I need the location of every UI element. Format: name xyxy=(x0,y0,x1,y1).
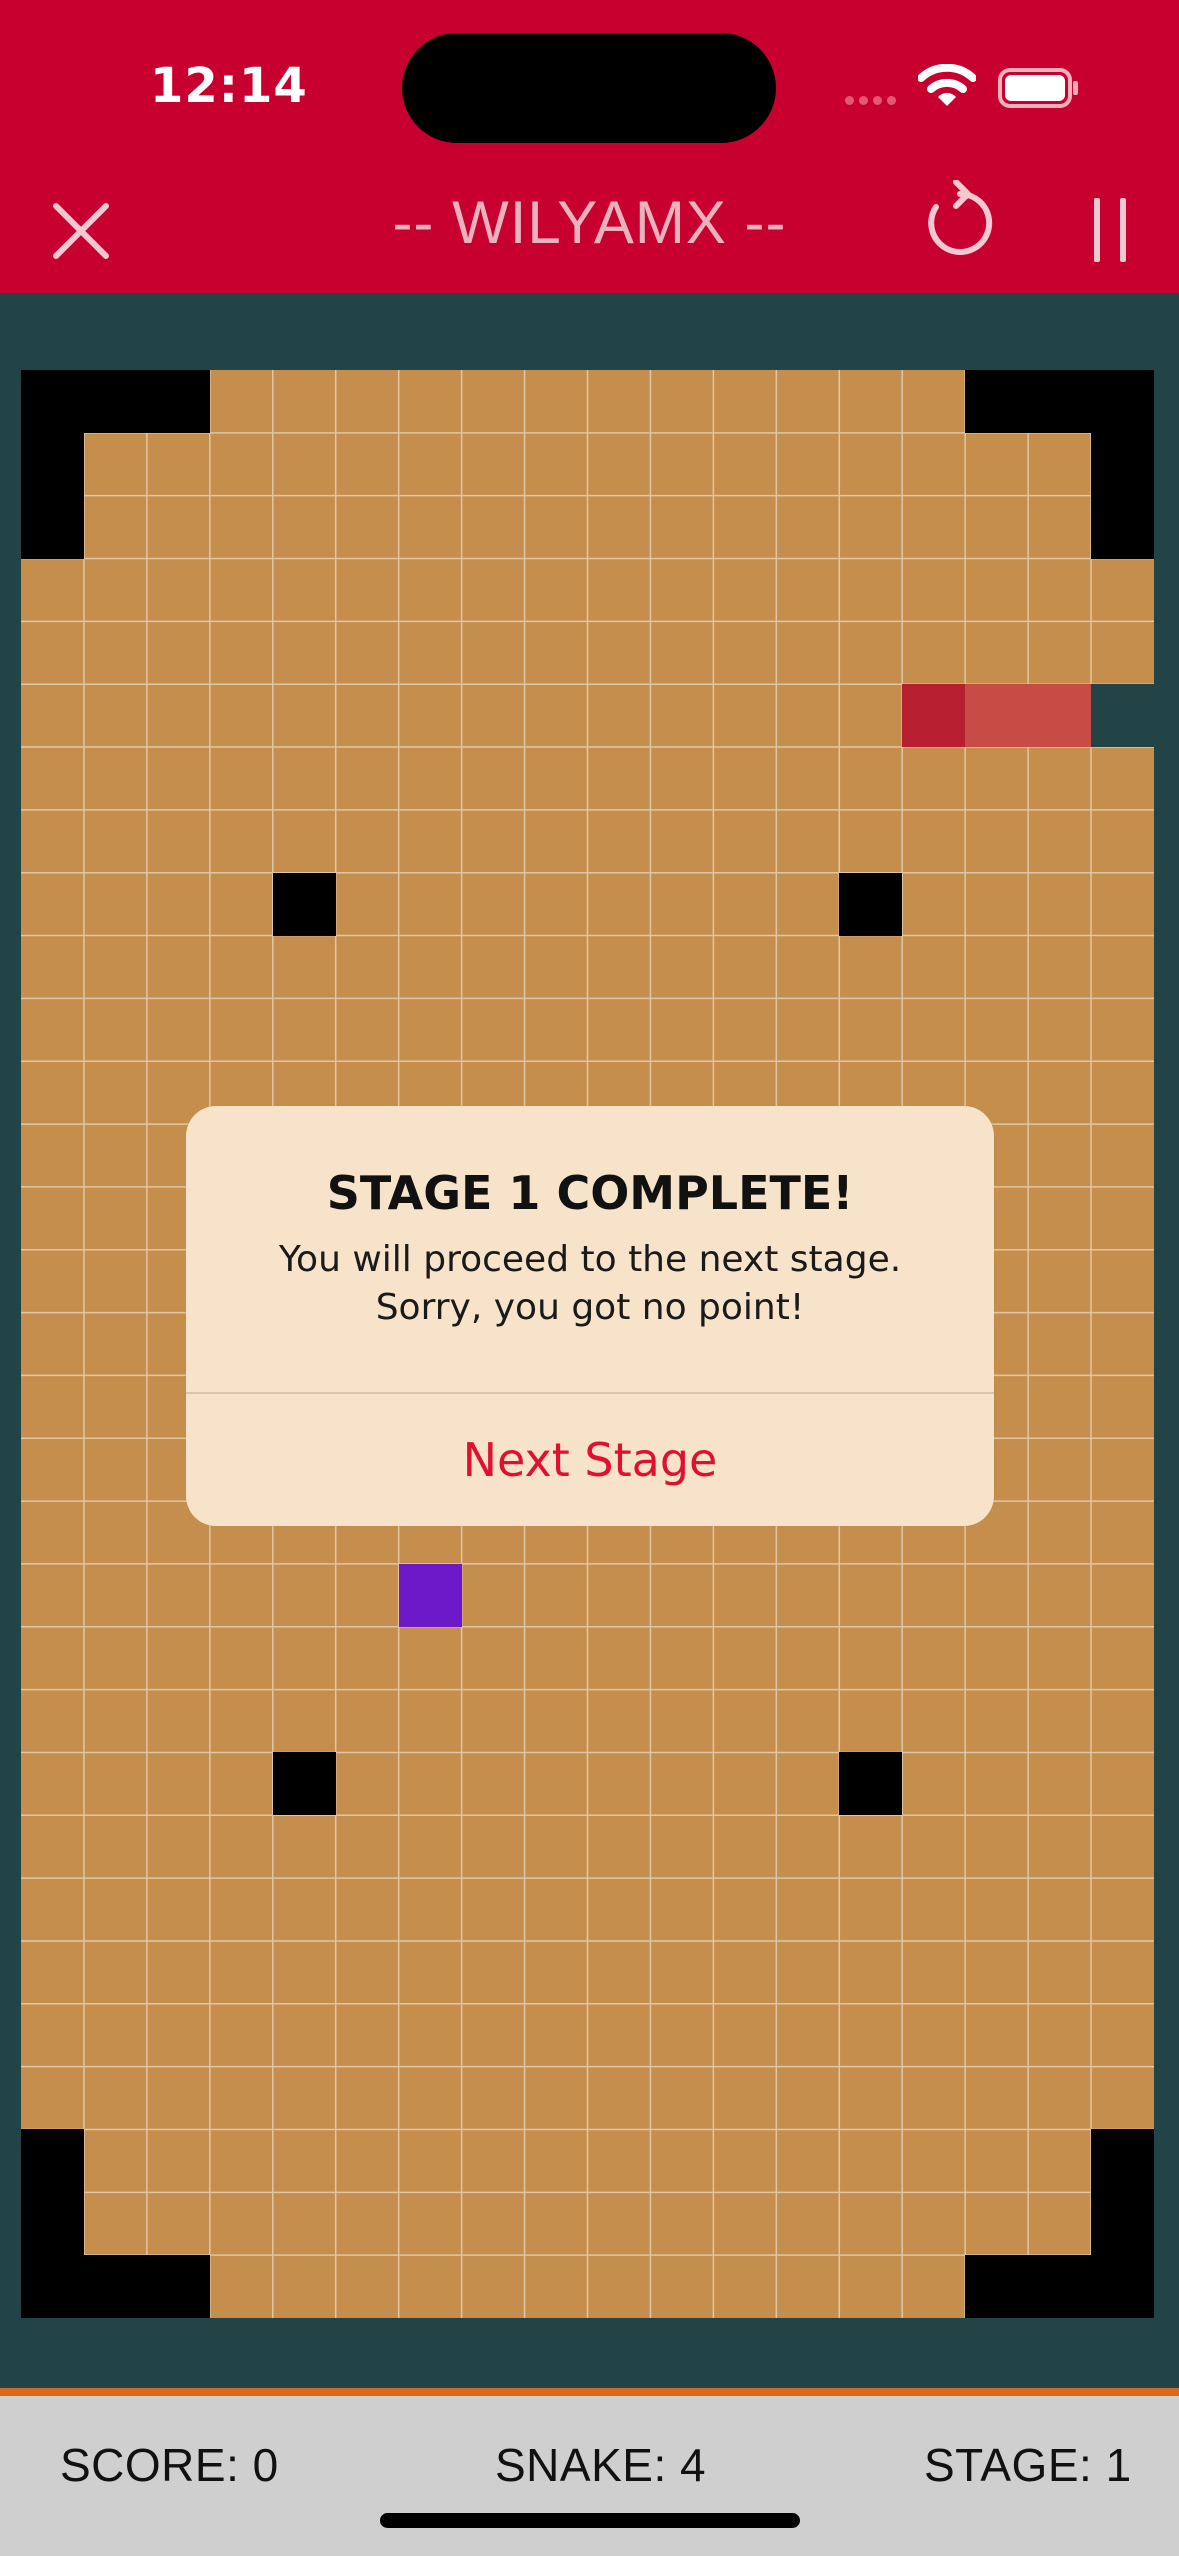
wall-block xyxy=(83,2255,147,2319)
wall-block xyxy=(839,1752,903,1816)
dialog-message-line: You will proceed to the next stage. xyxy=(278,1239,902,1280)
wifi-icon xyxy=(918,64,976,106)
wall-block xyxy=(965,370,1029,433)
dynamic-island xyxy=(402,33,776,143)
wall-block xyxy=(1028,2255,1092,2319)
snake-tail xyxy=(1091,684,1155,748)
wall-block xyxy=(1091,2255,1155,2319)
wall-block xyxy=(21,432,84,496)
wall-block xyxy=(1091,432,1155,496)
score-label: SCORE: 0 xyxy=(60,2439,279,2491)
wall-block xyxy=(146,370,210,433)
restart-icon[interactable] xyxy=(918,180,1002,264)
wall-block xyxy=(965,2255,1029,2319)
dialog-message-line: Sorry, you got no point! xyxy=(375,1287,805,1328)
wall-block xyxy=(1091,495,1155,559)
wall-block xyxy=(1091,370,1155,433)
next-stage-button[interactable]: Next Stage xyxy=(186,1394,994,1526)
dialog-message: You will proceed to the next stage. Sorr… xyxy=(186,1236,994,1332)
snake-head xyxy=(902,684,966,748)
wall-block xyxy=(272,872,336,936)
wall-block xyxy=(1091,2192,1155,2256)
top-bar: 12:14 -- WILYAMX -- xyxy=(0,0,1179,293)
wall-block xyxy=(146,2255,210,2319)
stage-label: STAGE: 1 xyxy=(924,2439,1132,2491)
dialog-title: STAGE 1 COMPLETE! xyxy=(326,1166,854,1220)
score-bar: SCORE: 0 SNAKE: 4 STAGE: 1 xyxy=(0,2388,1179,2556)
page-title: -- WILYAMX -- xyxy=(392,189,787,256)
snake-length-label: SNAKE: 4 xyxy=(495,2439,707,2491)
pause-icon[interactable] xyxy=(1088,198,1132,262)
wall-block xyxy=(83,370,147,433)
snake-body-segment xyxy=(1028,684,1092,748)
status-time: 12:14 xyxy=(150,58,308,114)
wall-block xyxy=(21,495,84,559)
wall-block xyxy=(1091,2129,1155,2193)
wall-block xyxy=(272,1752,336,1816)
wall-block xyxy=(21,2129,84,2193)
home-indicator xyxy=(380,2513,800,2528)
battery-icon xyxy=(998,68,1078,108)
stage-complete-dialog: STAGE 1 COMPLETE! You will proceed to th… xyxy=(186,1106,994,1526)
wall-block xyxy=(21,2255,84,2319)
wall-block xyxy=(21,370,84,433)
food-block xyxy=(398,1563,462,1627)
wall-block xyxy=(839,872,903,936)
snake-body-segment xyxy=(965,684,1029,748)
wall-block xyxy=(1028,370,1092,433)
wall-block xyxy=(21,2192,84,2256)
